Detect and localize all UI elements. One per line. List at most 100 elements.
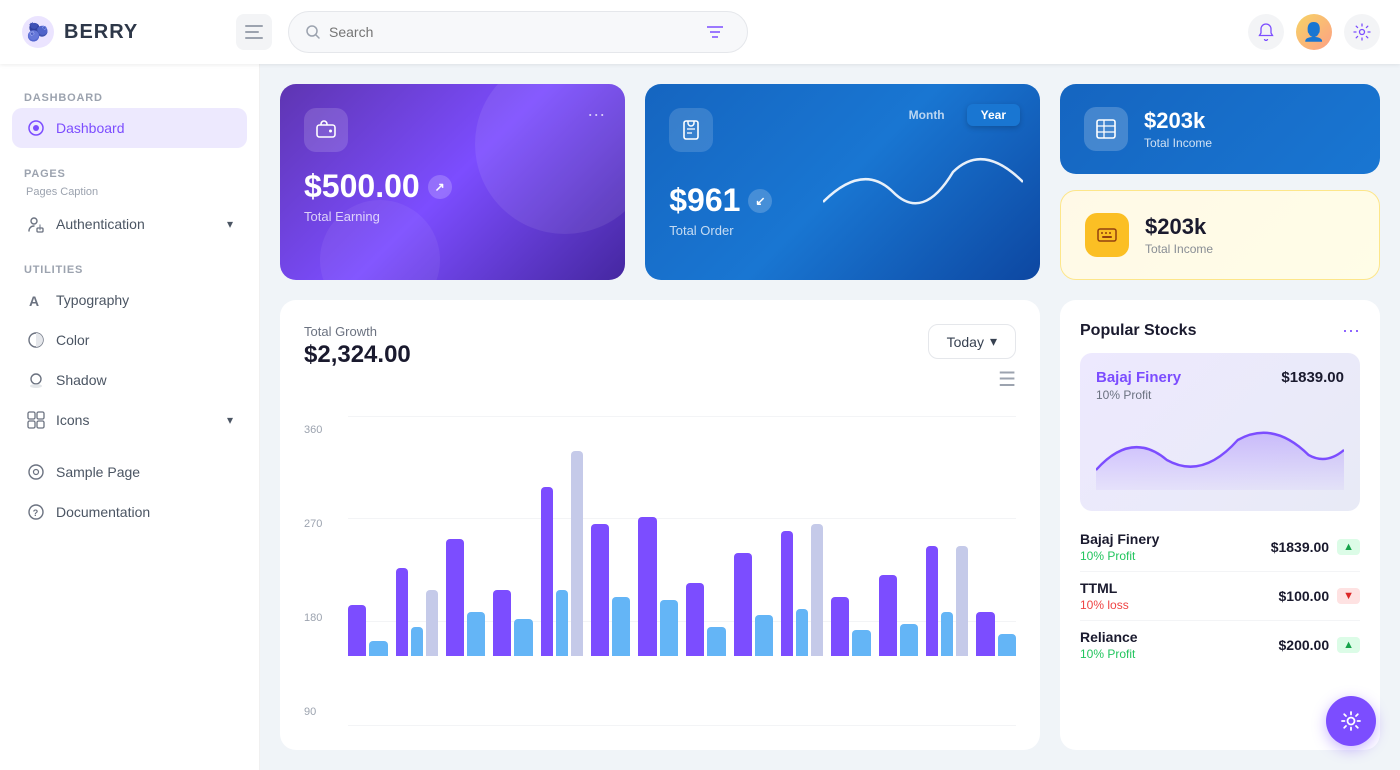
bar-blue	[556, 590, 568, 656]
svg-text:🫐: 🫐	[27, 21, 49, 42]
bar-purple	[831, 597, 849, 656]
shadow-icon	[26, 370, 46, 390]
hamburger-icon	[245, 25, 263, 39]
search-icon	[305, 24, 321, 40]
bar-group	[638, 517, 678, 656]
bar-blue	[941, 612, 953, 656]
bar-group	[348, 605, 388, 656]
bar-blue	[369, 641, 387, 656]
stock-item-right: $1839.00 ▲	[1271, 539, 1360, 555]
sidebar-item-shadow[interactable]: Shadow	[12, 360, 247, 400]
income-blue-amount: $203k	[1144, 108, 1212, 134]
stock-list-item[interactable]: Bajaj Finery 10% Profit $1839.00 ▲	[1080, 523, 1360, 572]
bar-group	[831, 597, 871, 656]
sidebar-item-icons[interactable]: Icons ▾	[12, 400, 247, 440]
bar-group	[734, 553, 774, 656]
bar-group	[686, 583, 726, 656]
stock-list: Bajaj Finery 10% Profit $1839.00 ▲ TTML …	[1080, 523, 1360, 669]
bar-blue	[707, 627, 725, 656]
y-label-180: 180	[304, 612, 344, 624]
stock-item-right: $200.00 ▲	[1279, 637, 1361, 653]
sidebar-item-dashboard[interactable]: Dashboard	[12, 108, 247, 148]
fab-button[interactable]	[1326, 696, 1376, 746]
earning-label: Total Earning	[304, 209, 601, 224]
bar-group	[781, 524, 823, 656]
sidebar-item-color[interactable]: Color	[12, 320, 247, 360]
chart-section: Total Growth $2,324.00 Today ▾ ☰	[280, 300, 1380, 750]
notification-button[interactable]	[1248, 14, 1284, 50]
bar-blue	[660, 600, 678, 656]
bar-purple	[879, 575, 897, 656]
stock-item-sub: 10% Profit	[1080, 549, 1159, 563]
earning-card-icon	[304, 108, 348, 152]
bar-purple	[591, 524, 609, 656]
chart-header: Total Growth $2,324.00 Today ▾ ☰	[304, 324, 1016, 400]
bar-purple	[926, 546, 938, 656]
featured-stock-card: Bajaj Finery 10% Profit $1839.00	[1080, 353, 1360, 511]
main-content: ··· $500.00 ↗ Total Earning	[260, 64, 1400, 770]
sample-page-label: Sample Page	[56, 464, 140, 480]
chart-menu-icon[interactable]: ☰	[998, 367, 1016, 392]
icons-label: Icons	[56, 412, 89, 428]
stock-card-header: Bajaj Finery 10% Profit $1839.00	[1096, 369, 1344, 402]
filter-button[interactable]	[699, 16, 731, 48]
income-blue-card: $203k Total Income	[1060, 84, 1380, 174]
stock-card-name: Bajaj Finery	[1096, 369, 1181, 386]
svg-text:A: A	[29, 293, 39, 309]
cards-row: ··· $500.00 ↗ Total Earning	[280, 84, 1380, 280]
bar-blue	[514, 619, 532, 656]
search-input[interactable]	[329, 24, 691, 40]
income-blue-icon	[1084, 107, 1128, 151]
down-badge: ▼	[1337, 588, 1360, 604]
bar-blue	[852, 630, 870, 656]
sidebar-item-sample-page[interactable]: Sample Page	[12, 452, 247, 492]
sidebar-dashboard-label: Dashboard	[56, 120, 125, 136]
stock-list-item[interactable]: TTML 10% loss $100.00 ▼	[1080, 572, 1360, 621]
stock-list-item[interactable]: Reliance 10% Profit $200.00 ▲	[1080, 621, 1360, 669]
bar-group	[493, 590, 533, 656]
sidebar: Dashboard Dashboard Pages Pages Caption	[0, 64, 260, 770]
topbar-right: 👤	[1248, 14, 1380, 50]
bell-icon	[1257, 23, 1275, 41]
order-chart-wave	[823, 84, 1040, 280]
logo-area: 🫐 BERRY	[20, 14, 220, 50]
today-button[interactable]: Today ▾	[928, 324, 1016, 359]
bar-purple	[976, 612, 994, 656]
income-blue-label: Total Income	[1144, 136, 1212, 150]
color-icon	[26, 330, 46, 350]
bar-group	[879, 575, 919, 656]
y-label-90: 90	[304, 706, 344, 718]
bar-blue	[612, 597, 630, 656]
avatar[interactable]: 👤	[1296, 14, 1332, 50]
bar-light	[571, 451, 583, 656]
up-badge: ▲	[1337, 539, 1360, 555]
y-axis: 360 270 180 90	[304, 416, 344, 726]
earning-amount: $500.00 ↗	[304, 168, 601, 205]
bar-group	[541, 451, 583, 656]
dropdown-arrow-icon: ▾	[990, 333, 997, 350]
settings-button[interactable]	[1344, 14, 1380, 50]
typography-icon: A	[26, 290, 46, 310]
stocks-header: Popular Stocks ···	[1080, 320, 1360, 341]
authentication-icon	[26, 214, 46, 234]
sidebar-item-authentication[interactable]: Authentication ▾	[12, 204, 247, 244]
keyboard-icon	[1096, 224, 1118, 246]
stock-item-info: TTML 10% loss	[1080, 580, 1129, 612]
sidebar-item-typography[interactable]: A Typography	[12, 280, 247, 320]
typography-label: Typography	[56, 292, 129, 308]
bar-purple	[638, 517, 656, 656]
sidebar-item-documentation[interactable]: ? Documentation	[12, 492, 247, 532]
stocks-more-icon[interactable]: ···	[1342, 320, 1360, 341]
bar-blue	[467, 612, 485, 656]
bar-chart-container: 360 270 180 90	[304, 416, 1016, 726]
order-card-icon	[669, 108, 713, 152]
menu-button[interactable]	[236, 14, 272, 50]
stock-item-info: Reliance 10% Profit	[1080, 629, 1138, 661]
wallet-icon	[315, 119, 337, 141]
earning-card-menu[interactable]: ···	[587, 104, 605, 125]
stock-item-price: $200.00	[1279, 637, 1330, 653]
logo-icon: 🫐	[20, 14, 56, 50]
bar-purple	[493, 590, 511, 656]
income-blue-text: $203k Total Income	[1144, 108, 1212, 150]
documentation-label: Documentation	[56, 504, 150, 520]
